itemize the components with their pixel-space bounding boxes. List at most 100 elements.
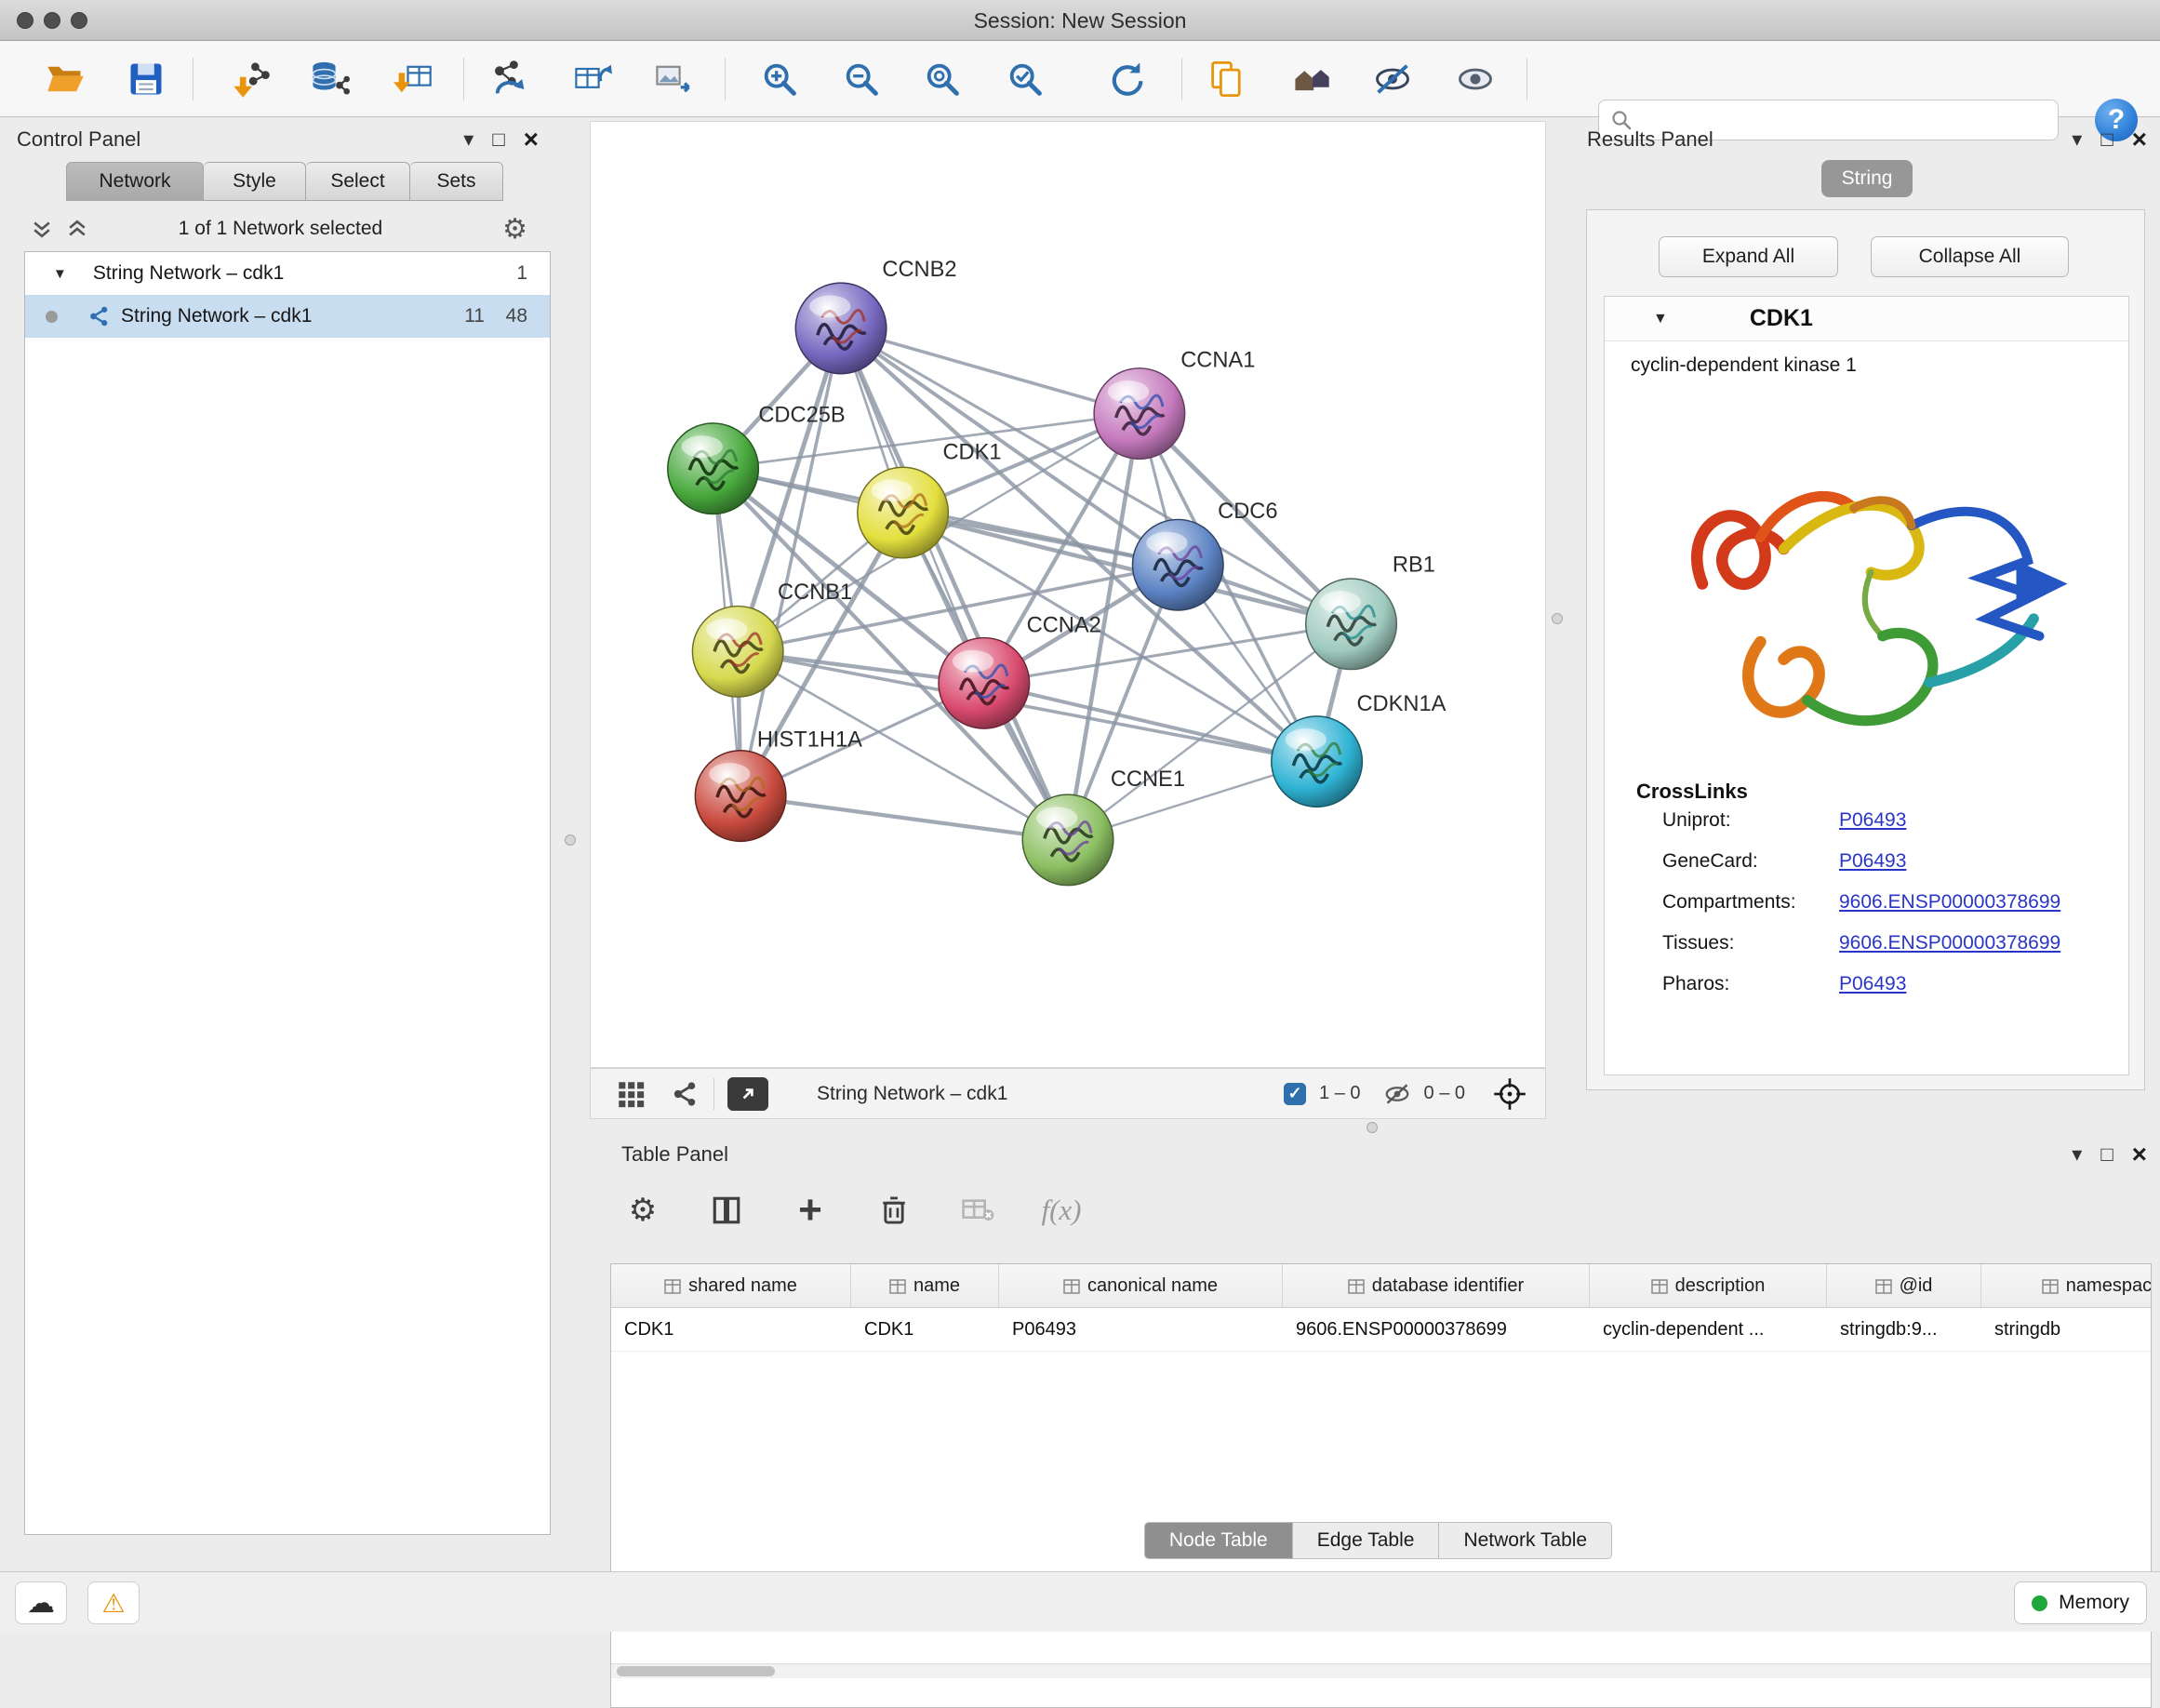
- column-header-namespace[interactable]: namespace: [1981, 1264, 2152, 1308]
- table-panel-float-icon[interactable]: ▾: [2072, 1144, 2082, 1165]
- network-collection-row[interactable]: ▼ String Network – cdk1 1: [25, 252, 550, 295]
- network-options-gear-icon[interactable]: ⚙: [502, 213, 527, 246]
- birds-eye-grid-icon[interactable]: [615, 1078, 647, 1110]
- network-node-CDKN1A[interactable]: [1272, 716, 1363, 807]
- hidden-eye-slash-icon[interactable]: [1383, 1080, 1411, 1108]
- column-header-canonical-name[interactable]: canonical name: [999, 1264, 1283, 1308]
- protein-structure-image: [1633, 386, 2098, 758]
- crosslink-link[interactable]: P06493: [1839, 809, 1906, 832]
- tab-network[interactable]: Network: [66, 162, 204, 201]
- tab-select[interactable]: Select: [306, 162, 410, 201]
- results-panel-maximize-icon[interactable]: □: [2100, 129, 2113, 150]
- new-network-button[interactable]: [484, 53, 536, 105]
- crosslink-row: Tissues:9606.ENSP00000378699: [1662, 932, 2128, 954]
- crosslink-row: GeneCard:P06493: [1662, 850, 2128, 873]
- export-image-button[interactable]: [647, 53, 700, 105]
- network-node-CCNA2[interactable]: [939, 638, 1030, 729]
- column-header-description[interactable]: description: [1590, 1264, 1827, 1308]
- network-node-RB1[interactable]: [1306, 579, 1397, 670]
- show-columns-icon[interactable]: [705, 1194, 748, 1226]
- network-canvas[interactable]: CCNB2CCNA1CDC25BCDK1CDC6RB1CCNB1CCNA2CDK…: [590, 121, 1546, 1068]
- tree-expander-icon[interactable]: ▼: [53, 266, 67, 282]
- network-node-CCNA1[interactable]: [1094, 368, 1185, 460]
- warnings-button[interactable]: ⚠: [87, 1581, 140, 1624]
- crosshair-icon[interactable]: [1493, 1077, 1527, 1111]
- control-panel-close-icon[interactable]: ×: [524, 127, 539, 153]
- import-network-database-button[interactable]: [303, 53, 355, 105]
- table-horizontal-scrollbar[interactable]: [611, 1663, 2151, 1678]
- results-panel-close-icon[interactable]: ×: [2132, 127, 2147, 153]
- horizontal-splitter-handle[interactable]: [1367, 1122, 1378, 1133]
- clone-network-button[interactable]: [1201, 53, 1253, 105]
- control-panel-maximize-icon[interactable]: □: [492, 129, 504, 150]
- zoom-selected-icon: [1005, 59, 1046, 100]
- hide-selected-button[interactable]: [1367, 53, 1419, 105]
- zoom-out-button[interactable]: [835, 53, 887, 105]
- left-splitter-handle[interactable]: [565, 834, 576, 846]
- open-session-button[interactable]: [39, 53, 91, 105]
- save-session-button[interactable]: [120, 53, 172, 105]
- tab-string[interactable]: String: [1821, 160, 1913, 197]
- import-table-button[interactable]: [387, 53, 439, 105]
- column-header--id[interactable]: @id: [1827, 1264, 1981, 1308]
- network-label: String Network – cdk1: [121, 305, 312, 327]
- tab-style[interactable]: Style: [204, 162, 306, 201]
- add-column-plus-icon[interactable]: +: [789, 1187, 832, 1234]
- show-all-button[interactable]: [1449, 53, 1501, 105]
- memory-button[interactable]: Memory: [2014, 1581, 2147, 1624]
- results-panel-float-icon[interactable]: ▾: [2072, 129, 2082, 150]
- control-panel-float-icon[interactable]: ▾: [463, 129, 473, 150]
- network-edge[interactable]: [841, 328, 1068, 840]
- table-panel: Table Panel ▾ □ × ⚙ + f(x) shared namena…: [604, 1137, 2153, 1568]
- table-body: CDK1CDK1P064939606.ENSP00000378699cyclin…: [611, 1308, 2151, 1352]
- network-edge[interactable]: [740, 328, 841, 796]
- eye-icon: [1455, 59, 1496, 100]
- section-collapse-icon[interactable]: ▼: [1653, 311, 1668, 327]
- table-settings-gear-icon[interactable]: ⚙: [621, 1192, 664, 1229]
- expand-all-button[interactable]: Expand All: [1659, 236, 1838, 277]
- table-cell: cyclin-dependent ...: [1590, 1308, 1827, 1351]
- table-tabs: Node Table Edge Table Network Table: [604, 1522, 2153, 1559]
- refresh-view-button[interactable]: [1100, 53, 1153, 105]
- column-attribute-icon: [664, 1279, 681, 1294]
- tab-sets[interactable]: Sets: [410, 162, 503, 201]
- network-edge[interactable]: [984, 683, 1317, 761]
- home-legacy-button[interactable]: [1286, 53, 1338, 105]
- column-header-database-identifier[interactable]: database identifier: [1283, 1264, 1590, 1308]
- right-splitter-handle[interactable]: [1552, 613, 1563, 624]
- import-network-file-button[interactable]: [225, 53, 277, 105]
- save-icon: [126, 59, 167, 100]
- network-row-selected[interactable]: String Network – cdk1 11 48: [25, 295, 550, 338]
- selected-checkbox-icon[interactable]: ✓: [1284, 1083, 1306, 1105]
- tab-node-table[interactable]: Node Table: [1144, 1522, 1293, 1559]
- crosslink-link[interactable]: 9606.ENSP00000378699: [1839, 891, 2060, 914]
- open-in-window-button[interactable]: [727, 1077, 768, 1111]
- network-edge[interactable]: [740, 796, 1068, 840]
- function-builder-icon[interactable]: f(x): [1040, 1194, 1083, 1227]
- new-network-from-table-button[interactable]: [567, 53, 619, 105]
- network-node-CDC6[interactable]: [1132, 519, 1223, 610]
- crosslink-link[interactable]: P06493: [1839, 850, 1906, 873]
- zoom-fit-button[interactable]: [916, 53, 968, 105]
- table-panel-maximize-icon[interactable]: □: [2100, 1144, 2113, 1165]
- zoom-in-button[interactable]: [753, 53, 806, 105]
- column-header-shared-name[interactable]: shared name: [611, 1264, 851, 1308]
- delete-column-trash-icon[interactable]: [873, 1194, 915, 1226]
- node-label: HIST1H1A: [757, 727, 862, 752]
- column-header-name[interactable]: name: [851, 1264, 999, 1308]
- network-node-CCNB2[interactable]: [795, 283, 887, 374]
- scrollbar-thumb[interactable]: [617, 1666, 775, 1676]
- table-row[interactable]: CDK1CDK1P064939606.ENSP00000378699cyclin…: [611, 1308, 2151, 1352]
- crosslink-link[interactable]: 9606.ENSP00000378699: [1839, 932, 2060, 954]
- crosslink-link[interactable]: P06493: [1839, 973, 1906, 995]
- zoom-selected-button[interactable]: [999, 53, 1051, 105]
- network-share-toggle-icon[interactable]: [671, 1079, 700, 1109]
- table-panel-close-icon[interactable]: ×: [2132, 1141, 2147, 1168]
- collapse-all-button[interactable]: Collapse All: [1871, 236, 2069, 277]
- tab-network-table[interactable]: Network Table: [1439, 1522, 1612, 1559]
- node-label: CCNA2: [1027, 614, 1101, 638]
- node-label: CDK1: [942, 440, 1001, 464]
- cloud-status-button[interactable]: ☁: [15, 1581, 67, 1624]
- cdk1-section-header[interactable]: ▼ CDK1: [1605, 297, 2128, 341]
- tab-edge-table[interactable]: Edge Table: [1293, 1522, 1440, 1559]
